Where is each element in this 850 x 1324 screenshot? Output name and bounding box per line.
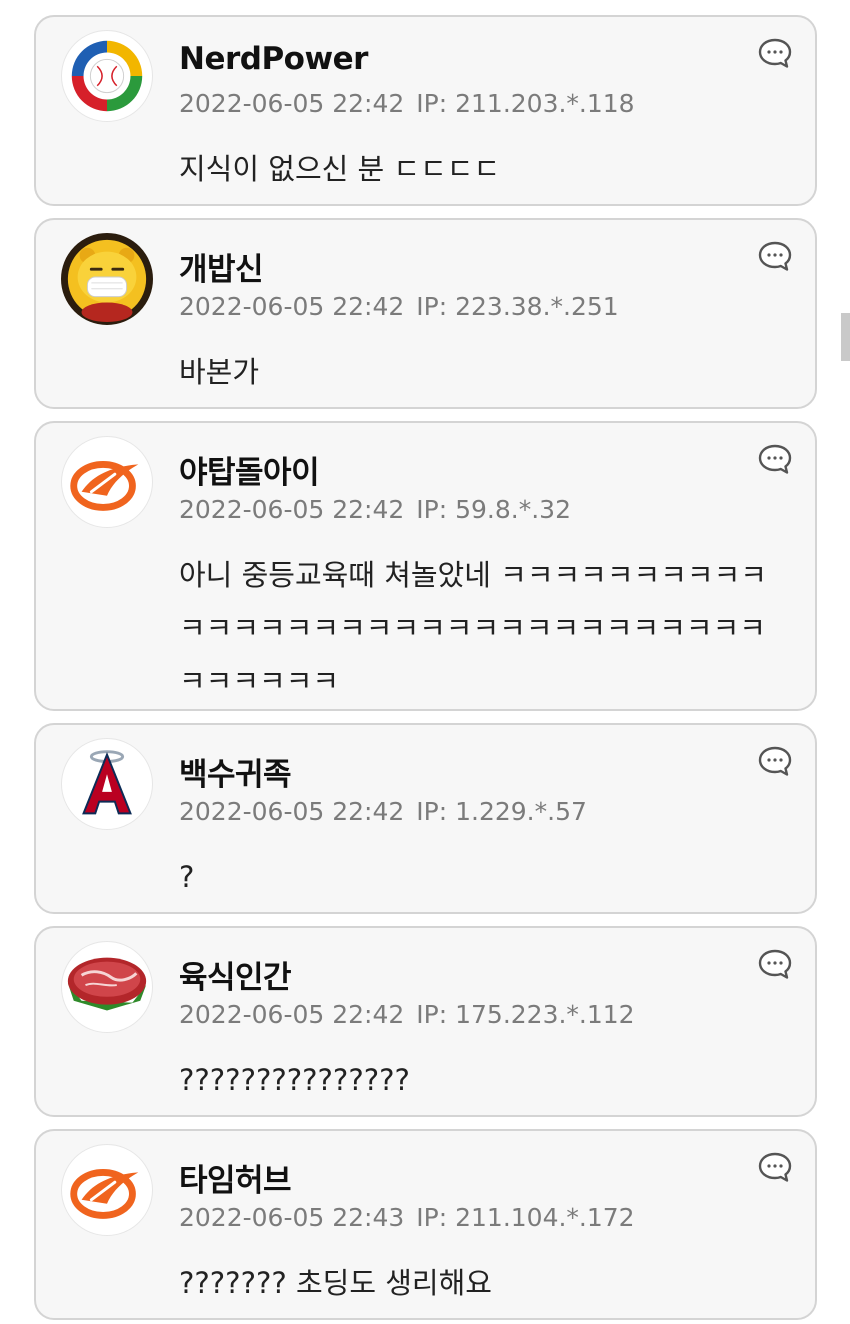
reply-button[interactable] xyxy=(757,948,793,980)
avatar[interactable] xyxy=(61,30,153,122)
comment-meta: 2022-06-05 22:43 IP: 211.104.*.172 xyxy=(179,1203,635,1232)
avatar[interactable] xyxy=(61,233,153,325)
comment-ip: IP: 223.38.*.251 xyxy=(416,292,619,321)
scrollbar-thumb[interactable] xyxy=(841,313,850,361)
avatar[interactable] xyxy=(61,738,153,830)
avatar[interactable] xyxy=(61,436,153,528)
comment-nickname[interactable]: 야탑돌아이 xyxy=(179,447,320,492)
reply-button[interactable] xyxy=(757,443,793,475)
comment-text: 바본가 xyxy=(179,355,260,389)
orange-swoosh-logo-icon xyxy=(70,1168,139,1219)
comment-meta: 2022-06-05 22:42 IP: 59.8.*.32 xyxy=(179,495,571,524)
comment-card: 개밥신 2022-06-05 22:42 IP: 223.38.*.251 바본가 xyxy=(34,218,817,409)
comment-ip: IP: 59.8.*.32 xyxy=(416,495,571,524)
avatar[interactable] xyxy=(61,941,153,1033)
comment-ip: IP: 175.223.*.112 xyxy=(416,1000,635,1029)
speech-bubble-icon xyxy=(758,949,792,979)
comment-card: 백수귀족 2022-06-05 22:42 IP: 1.229.*.57 ? xyxy=(34,723,817,914)
comment-ip: IP: 211.104.*.172 xyxy=(416,1203,635,1232)
comment-nickname[interactable]: 타임허브 xyxy=(179,1155,292,1200)
comment-text: ??????? 초딩도 생리해요 xyxy=(179,1266,492,1300)
meat-steak-icon xyxy=(67,957,147,1011)
comment-list-page: NerdPower 2022-06-05 22:42 IP: 211.203.*.… xyxy=(0,0,850,1324)
speech-bubble-icon xyxy=(758,746,792,776)
comment-card: NerdPower 2022-06-05 22:42 IP: 211.203.*.… xyxy=(34,15,817,206)
comment-datetime: 2022-06-05 22:42 xyxy=(179,495,405,524)
speech-bubble-icon xyxy=(758,241,792,271)
comment-nickname[interactable]: 육식인간 xyxy=(179,952,292,997)
speech-bubble-icon xyxy=(758,444,792,474)
comment-datetime: 2022-06-05 22:42 xyxy=(179,292,405,321)
reply-button[interactable] xyxy=(757,1151,793,1183)
angels-a-logo-icon xyxy=(82,750,132,815)
comment-meta: 2022-06-05 22:42 IP: 175.223.*.112 xyxy=(179,1000,635,1029)
comment-datetime: 2022-06-05 22:42 xyxy=(179,1000,405,1029)
comment-text: 아니 중등교육때 쳐놀았네 ㅋㅋㅋㅋㅋㅋㅋㅋㅋㅋㅋㅋㅋㅋㅋㅋㅋㅋㅋㅋㅋㅋㅋㅋㅋㅋ… xyxy=(179,558,767,698)
comment-text: ? xyxy=(179,860,195,894)
avatar[interactable] xyxy=(61,1144,153,1236)
reply-button[interactable] xyxy=(757,37,793,69)
comment-ip: IP: 211.203.*.118 xyxy=(416,89,635,118)
speech-bubble-icon xyxy=(758,38,792,68)
reply-button[interactable] xyxy=(757,745,793,777)
comment-nickname[interactable]: NerdPower xyxy=(179,41,368,77)
comment-card: 야탑돌아이 2022-06-05 22:42 IP: 59.8.*.32 아니 중… xyxy=(34,421,817,711)
comment-card: 육식인간 2022-06-05 22:42 IP: 175.223.*.112 ?… xyxy=(34,926,817,1117)
masked-lion-character-icon xyxy=(67,239,147,323)
orange-swoosh-logo-icon xyxy=(70,460,139,511)
comment-card: 타임허브 2022-06-05 22:43 IP: 211.104.*.172 ?… xyxy=(34,1129,817,1320)
comment-meta: 2022-06-05 22:42 IP: 211.203.*.118 xyxy=(179,89,635,118)
reply-button[interactable] xyxy=(757,240,793,272)
comment-datetime: 2022-06-05 22:42 xyxy=(179,89,405,118)
comment-nickname[interactable]: 개밥신 xyxy=(179,244,264,289)
comment-ip: IP: 1.229.*.57 xyxy=(416,797,587,826)
comment-meta: 2022-06-05 22:42 IP: 1.229.*.57 xyxy=(179,797,587,826)
comment-text: 지식이 없으신 분 ㄷㄷㄷㄷ xyxy=(179,152,501,186)
comment-text: ??????????????? xyxy=(179,1063,410,1097)
baseball-logo-icon xyxy=(71,40,143,112)
speech-bubble-icon xyxy=(758,1152,792,1182)
comment-datetime: 2022-06-05 22:43 xyxy=(179,1203,405,1232)
comment-meta: 2022-06-05 22:42 IP: 223.38.*.251 xyxy=(179,292,619,321)
comment-nickname[interactable]: 백수귀족 xyxy=(179,749,292,794)
comment-datetime: 2022-06-05 22:42 xyxy=(179,797,405,826)
